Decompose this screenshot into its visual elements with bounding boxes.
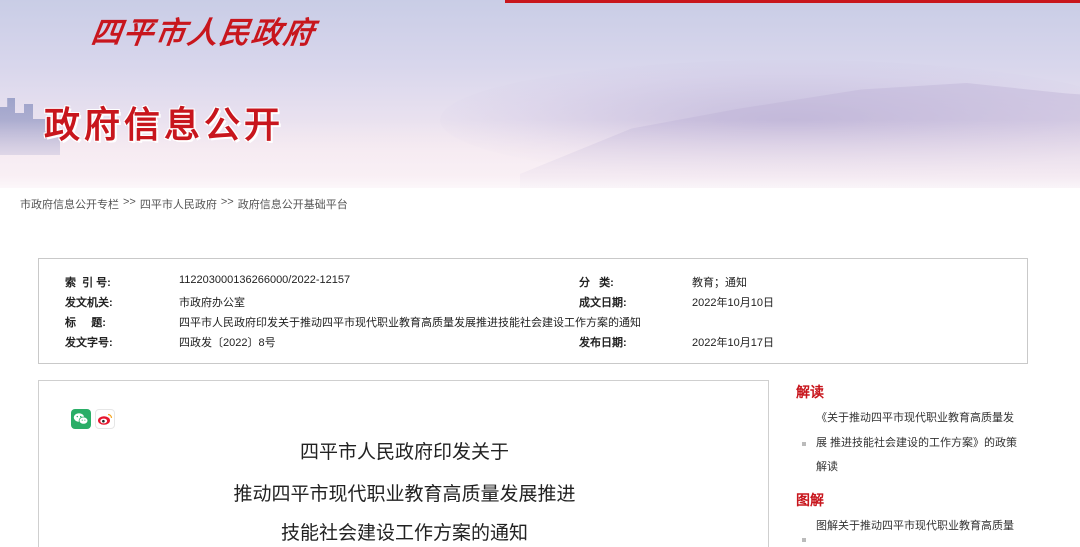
breadcrumb: 市政府信息公开专栏 >> 四平市人民政府 >> 政府信息公开基础平台 (20, 196, 348, 212)
breadcrumb-link-platform[interactable]: 政府信息公开基础平台 (238, 196, 348, 212)
bullet-icon (802, 442, 806, 446)
docno-label: 发文字号: (65, 337, 113, 349)
wechat-icon[interactable] (71, 409, 91, 429)
breadcrumb-link-government[interactable]: 四平市人民政府 (140, 196, 217, 212)
title-value: 四平市人民政府印发关于推动四平市现代职业教育高质量发展推进技能社会建设工作方案的… (179, 317, 641, 329)
share-bar (71, 409, 115, 429)
info-row-docno: 发文字号: 四政发〔2022〕8号 发布日期: 2022年10月17日 (39, 334, 1027, 354)
interpretation-link[interactable]: 《关于推动四平市现代职业教育高质量发展 推进技能社会建设的工作方案》的政策解读 (816, 406, 1022, 480)
info-row-index: 索 引 号: 112203000136266000/2022-12157 分 类… (39, 274, 1027, 294)
category-label: 分 类: (579, 277, 614, 289)
index-value: 112203000136266000/2022-12157 (179, 274, 351, 286)
top-accent-bar (505, 0, 1080, 3)
issuer-value: 市政府办公室 (179, 297, 245, 309)
site-logo[interactable]: 四平市人民政府 (89, 8, 319, 52)
bullet-icon (802, 538, 806, 542)
weibo-icon[interactable] (95, 409, 115, 429)
docno-value: 四政发〔2022〕8号 (179, 337, 276, 349)
created-date-value: 2022年10月10日 (692, 297, 774, 309)
interpretation-heading: 解读 (796, 384, 824, 400)
published-date-label: 发布日期: (579, 337, 627, 349)
issuer-label: 发文机关: (65, 297, 113, 309)
category-value: 教育；通知 (692, 277, 747, 289)
graphic-link[interactable]: 图解关于推动四平市现代职业教育高质量 (816, 514, 1022, 539)
header-banner: 四平市人民政府 政府信息公开 (0, 0, 1080, 188)
info-row-title: 标 题: 四平市人民政府印发关于推动四平市现代职业教育高质量发展推进技能社会建设… (39, 314, 1027, 334)
index-label: 索 引 号: (65, 277, 111, 289)
article-title-line-1: 四平市人民政府印发关于 (299, 441, 509, 463)
document-info-table: 索 引 号: 112203000136266000/2022-12157 分 类… (38, 258, 1028, 364)
section-title: 政府信息公开 (44, 105, 285, 146)
breadcrumb-separator: >> (220, 196, 234, 208)
breadcrumb-separator: >> (123, 196, 136, 208)
info-row-issuer: 发文机关: 市政府办公室 成文日期: 2022年10月10日 (39, 294, 1027, 314)
article-title-line-3: 技能社会建设工作方案的通知 (280, 522, 528, 544)
article-content: 四平市人民政府印发关于 推动四平市现代职业教育高质量发展推进 技能社会建设工作方… (38, 380, 769, 547)
article-title-line-2: 推动四平市现代职业教育高质量发展推进 (233, 483, 576, 505)
breadcrumb-link-column[interactable]: 市政府信息公开专栏 (20, 196, 119, 212)
title-label: 标 题: (65, 317, 106, 329)
published-date-value: 2022年10月17日 (692, 337, 774, 349)
graphic-heading: 图解 (796, 492, 824, 508)
created-date-label: 成文日期: (579, 297, 627, 309)
